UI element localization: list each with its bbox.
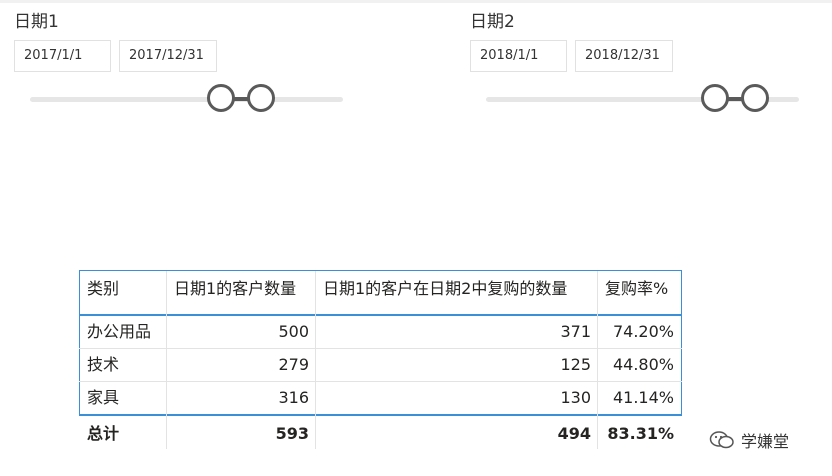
table-cell-repurchase-count: 130 — [560, 388, 591, 407]
table-cell-category: 家具 — [87, 388, 120, 407]
watermark-text: 学嫌堂 — [741, 432, 790, 451]
slider-end-handle[interactable] — [741, 84, 769, 112]
column-header-repurchase-count[interactable]: 日期1的客户在日期2中复购的数量 — [323, 279, 567, 299]
total-repurchase-rate: 83.31% — [607, 424, 674, 443]
wechat-icon — [709, 430, 735, 454]
row-divider — [79, 381, 682, 382]
slider-end-handle[interactable] — [247, 84, 275, 112]
table-cell-repurchase-count: 371 — [560, 322, 591, 341]
watermark: 学嫌堂 — [709, 428, 789, 454]
row-divider — [79, 348, 682, 349]
total-divider — [79, 414, 682, 416]
slicer-title: 日期2 — [470, 12, 515, 32]
table-cell-customer-count: 279 — [278, 355, 309, 374]
total-repurchase-count: 494 — [557, 424, 591, 443]
end-date-input[interactable]: 2017/12/31 — [119, 40, 217, 72]
date-slicer-2: 日期2 2018/1/1 2018/12/31 — [470, 0, 810, 120]
slider-start-handle[interactable] — [207, 84, 235, 112]
table-cell-repurchase-rate: 44.80% — [612, 355, 674, 374]
column-header-category[interactable]: 类别 — [87, 279, 119, 299]
header-divider — [79, 314, 682, 316]
date-slicer-1: 日期1 2017/1/1 2017/12/31 — [14, 0, 354, 120]
column-header-customer-count[interactable]: 日期1的客户数量 — [174, 279, 296, 299]
table-cell-customer-count: 500 — [278, 322, 309, 341]
total-label: 总计 — [87, 424, 120, 443]
table-cell-repurchase-count: 125 — [560, 355, 591, 374]
table-cell-category: 技术 — [87, 355, 120, 374]
table-cell-repurchase-rate: 74.20% — [612, 322, 674, 341]
end-date-input[interactable]: 2018/12/31 — [575, 40, 673, 72]
table-cell-repurchase-rate: 41.14% — [612, 388, 674, 407]
start-date-input[interactable]: 2018/1/1 — [470, 40, 567, 72]
slicer-title: 日期1 — [14, 12, 59, 32]
start-date-input[interactable]: 2017/1/1 — [14, 40, 111, 72]
slider-start-handle[interactable] — [701, 84, 729, 112]
total-customer-count: 593 — [275, 424, 309, 443]
table-cell-category: 办公用品 — [87, 322, 152, 341]
table-cell-customer-count: 316 — [278, 388, 309, 407]
slider-track[interactable] — [30, 97, 343, 102]
column-header-repurchase-rate[interactable]: 复购率% — [605, 279, 668, 299]
